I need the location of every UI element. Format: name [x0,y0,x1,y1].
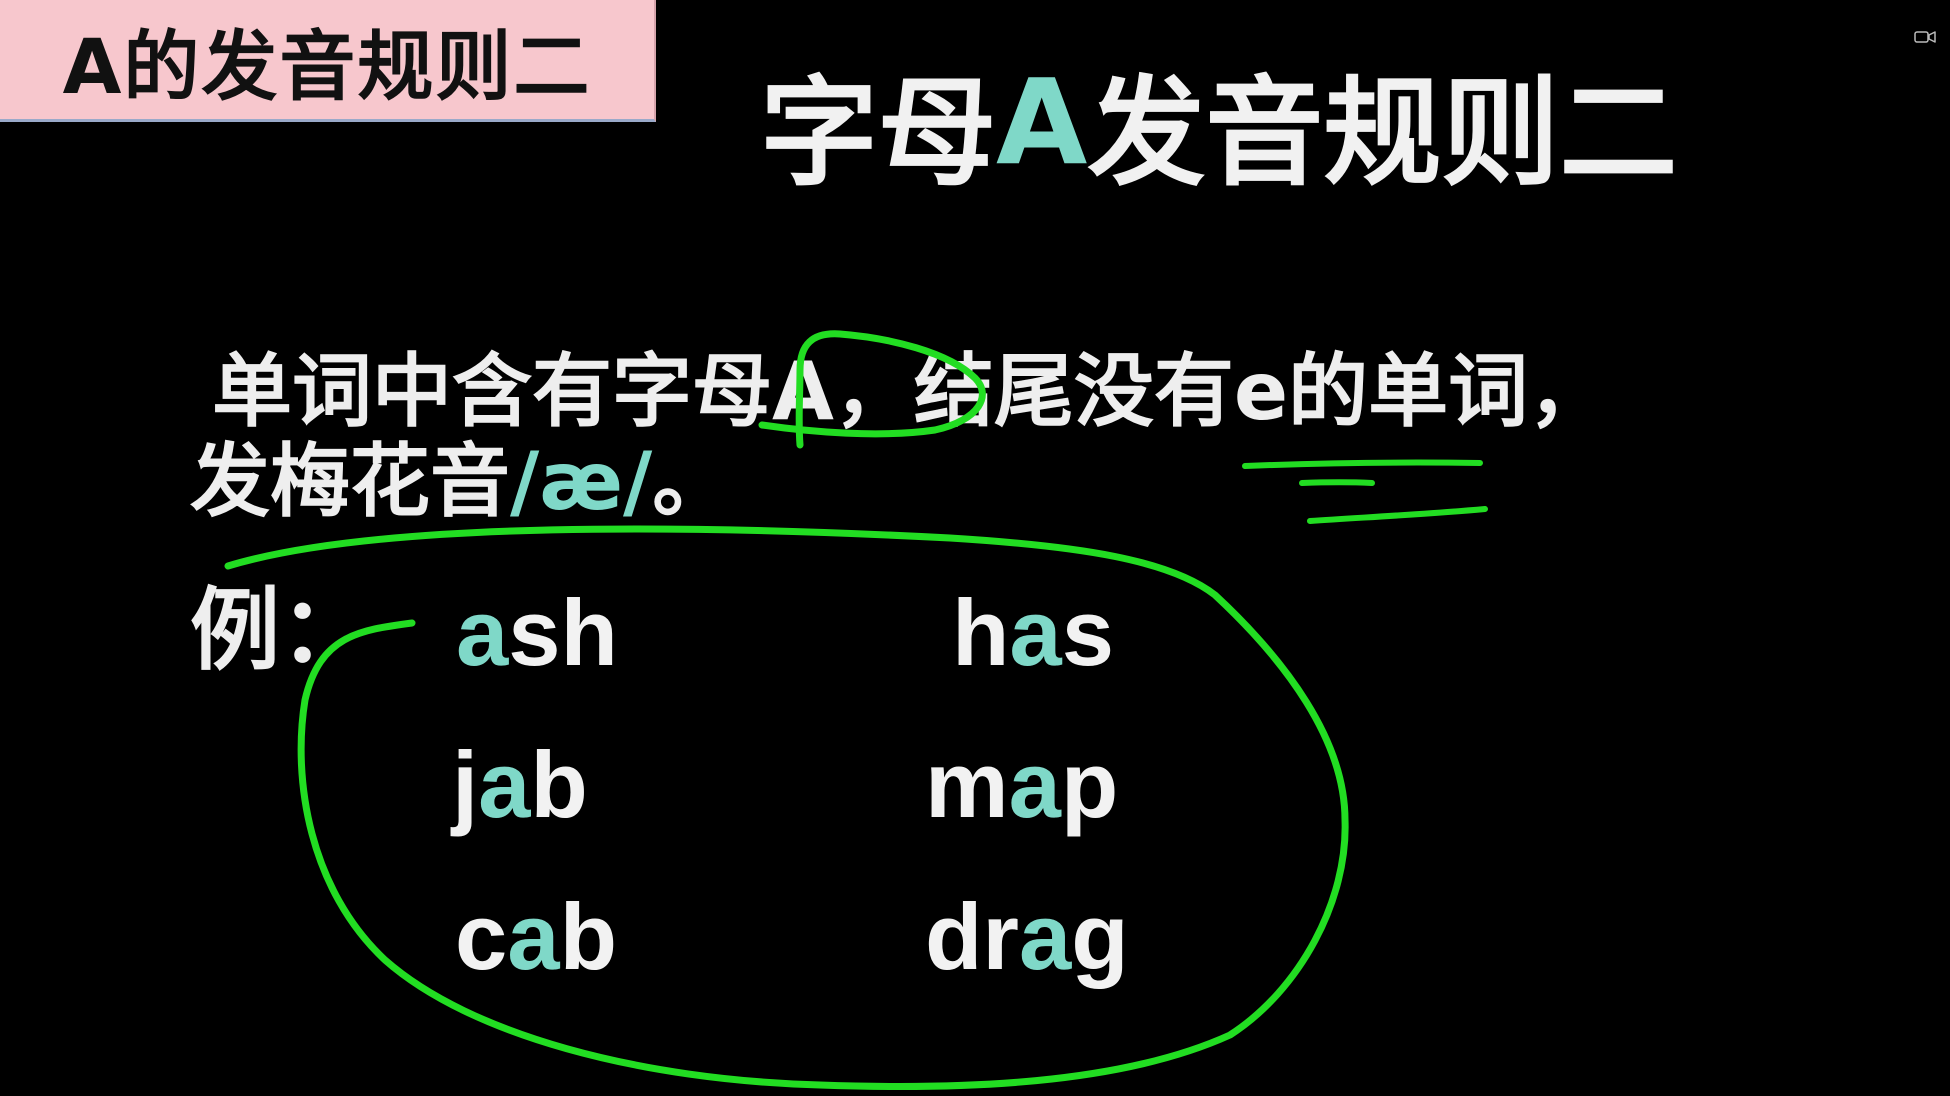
title-suffix: 发音规则二 [1087,63,1678,202]
example-word-map: map [925,738,1118,832]
word-vowel: a [1009,580,1062,685]
word-before: j [452,732,479,837]
word-vowel: a [456,580,509,685]
word-vowel: a [478,732,531,837]
title-highlight-letter: A [996,53,1088,191]
example-word-drag: drag [925,890,1129,984]
example-word-jab: jab [452,738,588,832]
word-after: p [1060,732,1119,837]
word-after: sh [508,580,618,685]
word-after: s [1061,580,1114,685]
example-word-cab: cab [455,890,617,984]
phonetic-symbol: /æ/ [510,435,653,528]
annotation-underline-2 [1299,479,1375,486]
video-camera-icon [1914,31,1936,43]
example-word-ash: ash [456,586,618,680]
annotation-underline-1 [1242,459,1483,469]
example-label: 例： [190,578,370,683]
word-before: c [455,884,508,989]
word-before: m [925,732,1009,837]
rule-line-2: 发梅花音/æ/。 [190,442,732,522]
annotation-underline-3 [1307,506,1488,524]
word-before: h [952,580,1010,685]
rule-line-2-prefix: 发梅花音 [190,435,510,528]
slide-title: 字母 A 发音规则二 [760,52,1677,202]
word-before: dr [925,884,1019,989]
example-word-has: has [952,586,1114,680]
rule-line-1: 单词中含有字母A，结尾没有e的单词， [212,345,1609,438]
word-vowel: a [507,884,560,989]
word-after: g [1071,884,1129,989]
rule-line-2-suffix: 。 [652,435,733,528]
word-vowel: a [1019,884,1072,989]
corner-label: A的发音规则二 [0,0,656,122]
title-prefix: 字母 [760,63,997,202]
word-after: b [559,884,617,989]
annotation-circle-examples [224,525,1349,1091]
word-vowel: a [1008,732,1061,837]
word-after: b [530,732,588,837]
corner-label-text: A的发音规则二 [62,21,592,111]
